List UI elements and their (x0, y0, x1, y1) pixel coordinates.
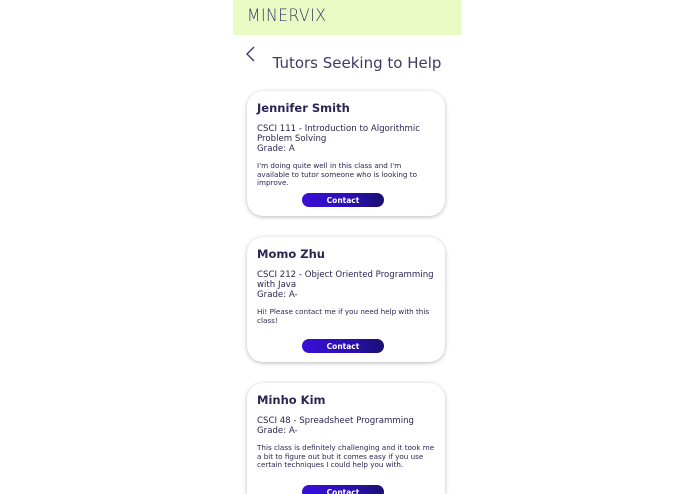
tutor-name: Minho Kim (257, 393, 326, 407)
app-header: MINERVIX (233, 0, 461, 35)
tutor-card: Momo Zhu CSCI 212 - Object Oriented Prog… (247, 237, 445, 362)
tutor-card: Minho Kim CSCI 48 - Spreadsheet Programm… (247, 383, 445, 494)
tutor-description: I'm doing quite well in this class and I… (257, 161, 417, 188)
tutor-name: Momo Zhu (257, 247, 325, 261)
app-logo: MINERVIX (247, 6, 327, 26)
page-title: Tutors Seeking to Help (272, 54, 442, 72)
phone-screen: MINERVIX Tutors Seeking to Help Jennifer… (233, 0, 461, 494)
tutor-grade: Grade: A (257, 144, 295, 154)
contact-button[interactable]: Contact (302, 193, 384, 207)
tutor-description: This class is definitely challenging and… (257, 443, 435, 470)
tutor-card: Jennifer Smith CSCI 111 - Introduction t… (247, 91, 445, 216)
contact-button[interactable]: Contact (302, 339, 384, 353)
tutor-course: CSCI 212 - Object Oriented Programming w… (257, 270, 434, 290)
contact-button[interactable]: Contact (302, 485, 384, 494)
tutor-course: CSCI 48 - Spreadsheet Programming (257, 416, 415, 426)
tutor-grade: Grade: A- (257, 290, 298, 300)
tutor-course: CSCI 111 - Introduction to Algorithmic P… (257, 124, 421, 144)
tutor-description: Hi! Please contact me if you need help w… (257, 307, 430, 325)
tutor-name: Jennifer Smith (257, 101, 350, 115)
tutor-grade: Grade: A- (257, 426, 298, 436)
